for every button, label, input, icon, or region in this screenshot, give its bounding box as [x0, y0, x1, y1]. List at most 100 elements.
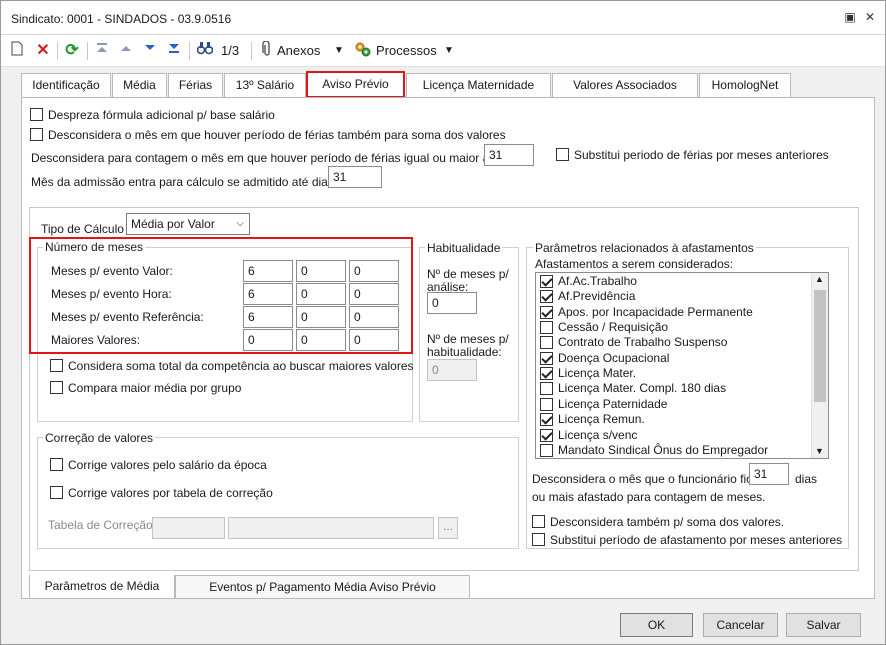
new-document-icon[interactable] — [9, 41, 25, 61]
cancel-button[interactable]: Cancelar — [703, 613, 778, 637]
tab-parametros-media[interactable]: Parâmetros de Média — [29, 575, 175, 599]
mes-admissao-input[interactable]: 31 — [328, 166, 382, 188]
desconsidera-mes-ferias-label: Desconsidera o mês em que houver período… — [48, 128, 506, 142]
last-record-icon[interactable] — [165, 41, 183, 61]
meses-habitualidade-label: Nº de meses p/ — [427, 332, 509, 346]
desconsidera-afastado-label-2: ou mais afastado para contagem de meses. — [532, 490, 766, 504]
tab-identificacao[interactable]: Identificação — [21, 73, 111, 97]
meses-habitualidade-label-2: habitualidade: — [427, 345, 502, 359]
tabela-correcao-label: Tabela de Correção: — [48, 518, 157, 532]
toolbar: ✕ ⟳ 1/3 Anexos ▼ Processos ▼ — [1, 35, 885, 67]
delete-icon[interactable]: ✕ — [35, 41, 51, 61]
meses-habitualidade-input[interactable]: 0 — [427, 359, 477, 381]
meses-analise-label: Nº de meses p/ — [427, 267, 509, 281]
scroll-thumb[interactable] — [814, 290, 826, 402]
highlight-box — [29, 237, 413, 354]
corrige-salario-checkbox[interactable] — [50, 458, 63, 471]
compara-media-label: Compara maior média por grupo — [68, 381, 242, 395]
afastamento-label: Mandato Sindical Ônus do Empregador — [558, 443, 769, 457]
save-button[interactable]: Salvar — [786, 613, 861, 637]
tabela-correcao-lookup-button[interactable]: ... — [438, 517, 458, 539]
afastamento-checkbox[interactable] — [540, 306, 553, 319]
afastamento-checkbox[interactable] — [540, 290, 553, 303]
toolbar-separator — [251, 42, 252, 60]
binoculars-icon[interactable] — [195, 41, 215, 61]
substitui-ferias-checkbox[interactable] — [556, 148, 569, 161]
corrige-tabela-label: Corrige valores por tabela de correção — [68, 486, 273, 500]
afastamento-checkbox[interactable] — [540, 321, 553, 334]
afastamento-label: Licença Paternidade — [558, 397, 668, 411]
afastamento-label: Cessão / Requisição — [558, 320, 669, 334]
processos-dropdown-icon[interactable]: ▼ — [444, 41, 454, 61]
correcao-valores-title: Correção de valores — [43, 431, 156, 445]
afastamento-label: Licença Mater. Compl. 180 dias — [558, 381, 727, 395]
processos-menu[interactable]: Processos — [376, 41, 437, 61]
desconsidera-contagem-label: Desconsidera para contagem o mês em que … — [31, 151, 490, 165]
afastamentos-list[interactable]: Af.Ac.Trabalho Af.Previdência Apos. por … — [535, 272, 829, 459]
afastamento-label: Contrato de Trabalho Suspenso — [558, 335, 728, 349]
afastamento-checkbox[interactable] — [540, 275, 553, 288]
desconsidera-soma-checkbox[interactable] — [532, 515, 545, 528]
tabela-correcao-description-input[interactable] — [228, 517, 434, 539]
tab-licenca-maternidade[interactable]: Licença Maternidade — [406, 73, 551, 97]
substitui-afastamento-checkbox[interactable] — [532, 533, 545, 546]
dias-label: dias — [795, 472, 818, 486]
despreza-formula-label: Despreza fórmula adicional p/ base salár… — [48, 108, 275, 122]
tipo-calculo-select[interactable]: Média por Valor ⌵ — [126, 213, 250, 235]
afastamento-checkbox[interactable] — [540, 352, 553, 365]
tab-13-salario[interactable]: 13º Salário — [224, 73, 306, 97]
toolbar-separator — [189, 42, 190, 60]
close-icon[interactable]: ✕ — [863, 10, 877, 24]
tab-ferias[interactable]: Férias — [168, 73, 223, 97]
substitui-ferias-label: Substitui periodo de férias por meses an… — [574, 148, 829, 162]
considera-soma-checkbox[interactable] — [50, 359, 63, 372]
next-record-icon[interactable] — [141, 41, 159, 61]
anexos-menu[interactable]: Anexos — [277, 41, 320, 61]
tab-homolognet[interactable]: HomologNet — [699, 73, 791, 97]
ok-button[interactable]: OK — [620, 613, 693, 637]
afastamentos-scrollbar[interactable]: ▲ ▼ — [811, 273, 828, 458]
tabela-correcao-code-input[interactable] — [152, 517, 225, 539]
afastamento-checkbox[interactable] — [540, 382, 553, 395]
tab-valores-associados[interactable]: Valores Associados — [552, 73, 698, 97]
compara-media-checkbox[interactable] — [50, 381, 63, 394]
afastamento-label: Licença Remun. — [558, 412, 645, 426]
tipo-calculo-label: Tipo de Cálculo — [41, 222, 124, 236]
first-record-icon[interactable] — [93, 41, 111, 61]
scroll-up-icon[interactable]: ▲ — [815, 274, 824, 284]
previous-record-icon[interactable] — [117, 41, 135, 61]
anexos-dropdown-icon[interactable]: ▼ — [334, 41, 344, 61]
afastamento-checkbox[interactable] — [540, 429, 553, 442]
afastamento-checkbox[interactable] — [540, 398, 553, 411]
scroll-down-icon[interactable]: ▼ — [815, 446, 824, 456]
desconsidera-contagem-input[interactable]: 31 — [484, 144, 534, 166]
title-bar: Sindicato: 0001 - SINDADOS - 03.9.0516 ▣… — [1, 1, 885, 35]
desconsidera-afastado-input[interactable]: 31 — [749, 463, 789, 485]
despreza-formula-checkbox[interactable] — [30, 108, 43, 121]
afastamentos-subtitle: Afastamentos a serem considerados: — [535, 257, 734, 271]
habitualidade-title: Habitualidade — [425, 241, 503, 255]
desconsidera-mes-ferias-checkbox[interactable] — [30, 128, 43, 141]
tipo-calculo-value: Média por Valor — [131, 217, 215, 231]
window-title: Sindicato: 0001 - SINDADOS - 03.9.0516 — [11, 12, 232, 26]
tab-eventos-pagamento[interactable]: Eventos p/ Pagamento Média Aviso Prévio — [175, 575, 470, 599]
afastamento-checkbox[interactable] — [540, 413, 553, 426]
tab-aviso-previo[interactable]: Aviso Prévio — [306, 71, 405, 98]
afastamento-checkbox[interactable] — [540, 367, 553, 380]
refresh-icon[interactable]: ⟳ — [63, 41, 81, 61]
afastamento-checkbox[interactable] — [540, 444, 553, 457]
considera-soma-label: Considera soma total da competência ao b… — [68, 359, 414, 373]
afastamento-checkbox[interactable] — [540, 336, 553, 349]
afastamento-label: Licença Mater. — [558, 366, 637, 380]
meses-analise-input[interactable]: 0 — [427, 292, 477, 314]
afastamento-label: Apos. por Incapacidade Permanente — [558, 305, 753, 319]
gears-icon — [353, 41, 373, 61]
restore-icon[interactable]: ▣ — [843, 10, 857, 24]
afastamento-label: Af.Previdência — [558, 289, 636, 303]
tab-media[interactable]: Média — [112, 73, 167, 97]
substitui-afastamento-label: Substitui período de afastamento por mes… — [550, 533, 843, 547]
desconsidera-soma-label: Desconsidera também p/ soma dos valores. — [550, 515, 785, 529]
afastamento-label: Licença s/venc — [558, 428, 638, 442]
dialog-window: Sindicato: 0001 - SINDADOS - 03.9.0516 ▣… — [0, 0, 886, 645]
corrige-tabela-checkbox[interactable] — [50, 486, 63, 499]
